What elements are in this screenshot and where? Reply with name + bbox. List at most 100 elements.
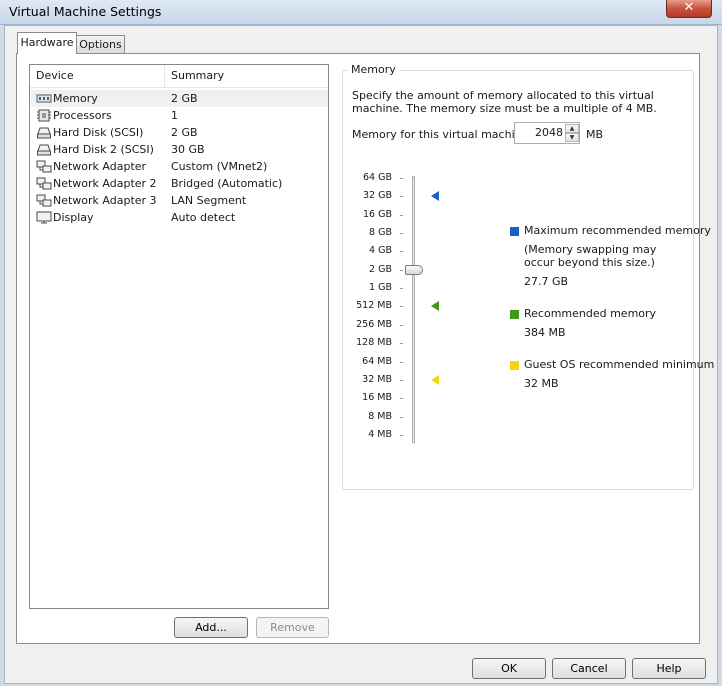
memory-field-label: Memory for this virtual machine: [352, 128, 533, 141]
device-name: Hard Disk (SCSI) [53, 126, 144, 139]
memory-input[interactable]: 2048 [515, 123, 563, 143]
remove-button[interactable]: Remove [256, 617, 329, 638]
device-row-processors[interactable]: Processors 1 [31, 107, 328, 124]
memory-scale-tick [400, 251, 403, 253]
network-adapter-icon [36, 194, 52, 207]
processor-icon [37, 109, 51, 122]
device-name: Network Adapter 3 [53, 194, 157, 207]
tab-options[interactable]: Options [77, 35, 125, 54]
recommended-marker-icon [431, 301, 439, 312]
column-header-device[interactable]: Device [30, 65, 165, 87]
memory-scale-tick [400, 343, 403, 345]
device-name: Network Adapter [53, 160, 147, 173]
memory-scale-tick [400, 434, 403, 436]
memory-scale-label: 64 MB [362, 355, 392, 367]
max-recommended-note: occur beyond this size.) [524, 256, 655, 269]
memory-scale-label: 256 MB [356, 318, 392, 330]
memory-scale-label: 64 GB [363, 172, 392, 183]
device-row-display[interactable]: Display Auto detect [31, 209, 328, 226]
memory-scale-label: 512 MB [356, 300, 392, 312]
display-icon [36, 211, 52, 224]
max-recommended-label: Maximum recommended memory [524, 224, 711, 237]
device-list-header: Device Summary [30, 65, 328, 88]
max-recommended-marker-icon [431, 191, 439, 202]
spin-up-arrow-icon[interactable]: ▲ [565, 124, 579, 133]
device-summary: 1 [171, 109, 178, 122]
memory-scale-label: 32 GB [363, 190, 392, 202]
device-summary: LAN Segment [171, 194, 247, 207]
ok-button[interactable]: OK [472, 658, 546, 679]
device-summary: Bridged (Automatic) [171, 177, 283, 190]
device-summary: 2 GB [171, 92, 198, 105]
device-row-hard-disk[interactable]: Hard Disk (SCSI) 2 GB [31, 124, 328, 141]
memory-unit-label: MB [586, 128, 604, 141]
memory-scale-tick [400, 178, 403, 179]
memory-description: Specify the amount of memory allocated t… [352, 89, 657, 115]
guest-min-label: Guest OS recommended minimum [524, 358, 715, 371]
network-adapter-icon [36, 160, 52, 173]
memory-scale-tick [400, 324, 403, 326]
device-row-hard-disk-2[interactable]: Hard Disk 2 (SCSI) 30 GB [31, 141, 328, 158]
tab-hardware[interactable]: Hardware [17, 32, 77, 54]
device-row-memory[interactable]: Memory 2 GB [31, 90, 328, 107]
close-button[interactable]: ✕ [666, 0, 712, 18]
memory-scale-label: 16 MB [362, 392, 392, 404]
memory-scale-tick [400, 416, 403, 418]
recommended-swatch [510, 310, 519, 319]
hard-disk-icon [37, 127, 51, 139]
spin-down-arrow-icon[interactable]: ▼ [565, 133, 579, 142]
device-name: Display [53, 211, 94, 224]
memory-slider-thumb[interactable] [405, 264, 423, 275]
guest-min-value: 32 MB [524, 377, 559, 390]
memory-scale-label: 1 GB [369, 282, 392, 294]
guest-min-marker-icon [431, 374, 439, 385]
memory-scale-label: 8 MB [368, 410, 392, 422]
max-recommended-note: (Memory swapping may [524, 243, 657, 256]
memory-scale-label: 16 GB [363, 208, 392, 220]
network-adapter-icon [36, 177, 52, 190]
cancel-button[interactable]: Cancel [552, 658, 626, 679]
recommended-value: 384 MB [524, 326, 566, 339]
recommended-label: Recommended memory [524, 307, 657, 320]
guest-min-swatch [510, 361, 519, 370]
memory-scale-tick [400, 288, 403, 290]
device-name: Processors [53, 109, 112, 122]
device-name: Network Adapter 2 [53, 177, 157, 190]
device-row-network-adapter[interactable]: Network Adapter Custom (VMnet2) [31, 158, 328, 175]
hard-disk-icon [37, 144, 51, 156]
device-summary: Auto detect [171, 211, 236, 224]
memory-scale-tick [400, 306, 403, 308]
column-header-summary[interactable]: Summary [165, 65, 329, 87]
device-summary: 30 GB [171, 143, 205, 156]
memory-scale-tick [400, 269, 403, 271]
device-row-network-adapter-2[interactable]: Network Adapter 2 Bridged (Automatic) [31, 175, 328, 192]
device-summary: Custom (VMnet2) [171, 160, 268, 173]
memory-scale-tick [400, 214, 403, 216]
device-summary: 2 GB [171, 126, 198, 139]
memory-scale-label: 2 GB [369, 263, 392, 275]
memory-scale-tick [400, 379, 403, 381]
memory-slider-track[interactable] [412, 176, 415, 443]
memory-scale-tick [400, 398, 403, 400]
title-bar: Virtual Machine Settings ✕ [0, 0, 722, 25]
device-row-network-adapter-3[interactable]: Network Adapter 3 LAN Segment [31, 192, 328, 209]
device-name: Memory [53, 92, 98, 105]
memory-scale-label: 4 GB [369, 245, 392, 257]
device-name: Hard Disk 2 (SCSI) [53, 143, 154, 156]
help-button[interactable]: Help [632, 658, 706, 679]
device-list: Device Summary Memory 2 GB Processors 1 … [29, 64, 329, 609]
max-recommended-value: 27.7 GB [524, 275, 569, 288]
memory-spinbox[interactable]: 2048 ▲ ▼ [514, 122, 580, 144]
memory-scale-tick [400, 233, 403, 235]
memory-scale-tick [400, 361, 403, 363]
memory-scale-label: 8 GB [369, 227, 392, 239]
memory-scale-tick [400, 196, 403, 198]
memory-scale-label: 4 MB [368, 428, 392, 440]
memory-group: Memory Specify the amount of memory allo… [342, 63, 714, 490]
window-title: Virtual Machine Settings [9, 4, 162, 19]
dialog-body: Hardware Options Device Summary Memory 2… [4, 25, 718, 684]
hardware-tab-panel: Device Summary Memory 2 GB Processors 1 … [16, 53, 714, 644]
add-button[interactable]: Add... [174, 617, 248, 638]
memory-scale-label: 128 MB [356, 337, 392, 349]
memory-icon [36, 94, 52, 103]
